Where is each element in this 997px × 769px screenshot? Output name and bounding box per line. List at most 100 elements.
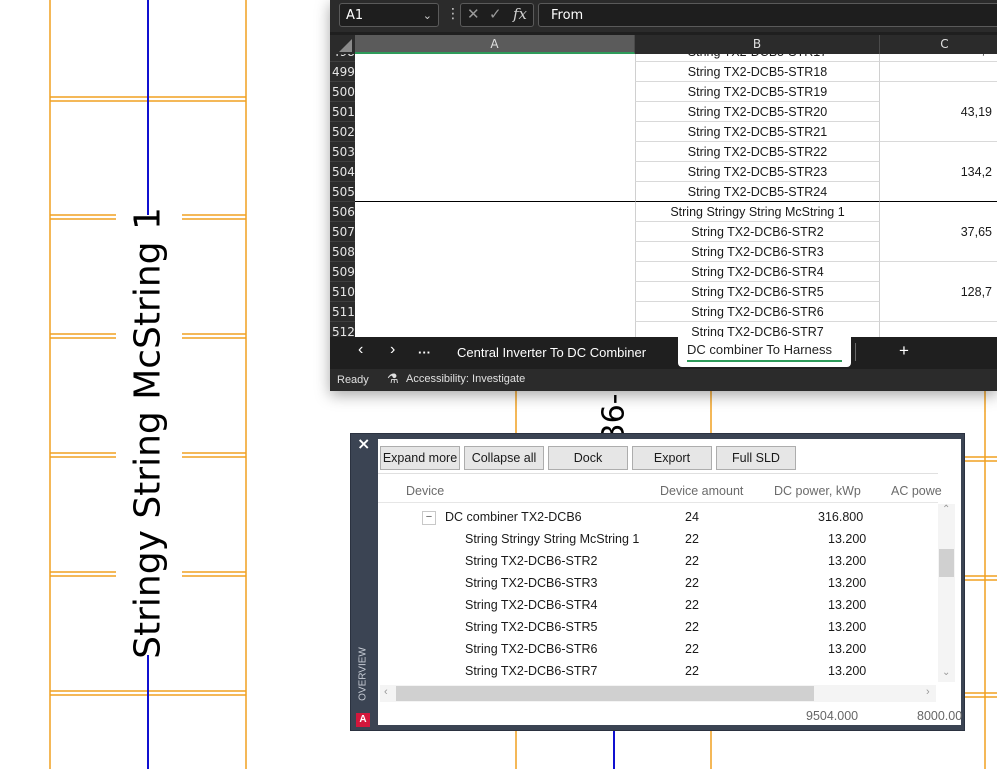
accessibility-icon[interactable]: ⚗ — [387, 371, 399, 387]
cell-b[interactable]: String TX2-DCB5-STR23 — [635, 162, 880, 182]
row-header[interactable]: 499 — [330, 62, 355, 82]
row-header[interactable]: 508 — [330, 242, 355, 262]
status-accessibility[interactable]: Accessibility: Investigate — [406, 373, 525, 385]
tree-row[interactable]: String Stringy String McString 1 22 13.2… — [378, 529, 938, 551]
row-header[interactable]: 511 — [330, 302, 355, 322]
tree-row[interactable]: String TX2-DCB6-STR6 22 13.200 — [378, 639, 938, 661]
formula-bar: A1 ⌄ ⋮ ✕ ✓ fx From — [330, 0, 997, 32]
row-header[interactable]: 506 — [330, 202, 355, 222]
status-bar: Ready ⚗ Accessibility: Investigate — [330, 369, 997, 391]
row-header[interactable]: 501 — [330, 102, 355, 122]
cell-a-merged[interactable] — [355, 202, 635, 337]
row-header[interactable]: 503 — [330, 142, 355, 162]
column-header-c[interactable]: C — [880, 35, 997, 54]
horizontal-scroll-thumb[interactable] — [396, 686, 814, 701]
row-amount: 22 — [685, 620, 699, 634]
tree-row[interactable]: String TX2-DCB6-STR4 22 13.200 — [378, 595, 938, 617]
active-tab-underline — [687, 360, 842, 362]
tab-dc-combiner-active[interactable]: DC combiner To Harness — [678, 337, 851, 367]
row-amount: 22 — [685, 664, 699, 678]
row-device: String TX2-DCB6-STR6 — [465, 642, 598, 656]
cell-c[interactable]: 134,2 — [880, 142, 997, 202]
overview-content: Expand more Collapse all Dock Export Ful… — [378, 439, 962, 725]
cell-b[interactable]: String TX2-DCB5-STR22 — [635, 142, 880, 162]
vertical-scrollbar[interactable]: ⌃ ⌄ — [938, 504, 955, 682]
cell-b[interactable]: String TX2-DCB6-STR2 — [635, 222, 880, 242]
header-ac-power[interactable]: AC powe — [891, 484, 942, 498]
row-device: String TX2-DCB6-STR4 — [465, 598, 598, 612]
add-sheet-button[interactable]: + — [899, 341, 909, 361]
tree-row[interactable]: String TX2-DCB6-STR3 22 13.200 — [378, 573, 938, 595]
cell-b[interactable]: String TX2-DCB5-STR19 — [635, 82, 880, 102]
cell-b[interactable]: String TX2-DCB5-STR21 — [635, 122, 880, 142]
horizontal-scrollbar[interactable]: ‹ › — [380, 685, 936, 702]
row-header[interactable]: 498 — [330, 54, 355, 62]
cell-c[interactable]: 129,6 — [880, 54, 997, 62]
close-icon[interactable]: × — [357, 434, 370, 453]
overview-side-strip: × OVERVIEW A — [351, 434, 376, 730]
cell-a-merged[interactable] — [355, 54, 635, 202]
cad-string-label: Stringy String McString 1 — [127, 207, 169, 659]
scroll-right-icon[interactable]: › — [926, 686, 930, 698]
cell-b[interactable]: String TX2-DCB6-STR4 — [635, 262, 880, 282]
header-device[interactable]: Device — [406, 484, 444, 498]
cell-b[interactable]: String TX2-DCB5-STR17 — [635, 54, 880, 62]
row-header[interactable]: 510 — [330, 282, 355, 302]
name-box[interactable]: A1 ⌄ — [339, 3, 439, 27]
collapse-all-button[interactable]: Collapse all — [464, 446, 544, 470]
cell-c[interactable]: 37,65 — [880, 202, 997, 262]
expand-more-button[interactable]: Expand more — [380, 446, 460, 470]
row-header[interactable]: 502 — [330, 122, 355, 142]
cell-b[interactable]: String TX2-DCB6-STR6 — [635, 302, 880, 322]
cell-b[interactable]: String Stringy String McString 1 — [635, 202, 880, 222]
header-dc-power[interactable]: DC power, kWp — [774, 484, 861, 498]
cell-b[interactable]: String TX2-DCB5-STR20 — [635, 102, 880, 122]
cell-b[interactable]: String TX2-DCB5-STR18 — [635, 62, 880, 82]
row-header[interactable]: 500 — [330, 82, 355, 102]
row-header[interactable]: 507 — [330, 222, 355, 242]
tree-group-row[interactable]: − DC combiner TX2-DCB6 24 316.800 — [378, 507, 938, 529]
header-device-amount[interactable]: Device amount — [660, 484, 743, 498]
export-button[interactable]: Export — [632, 446, 712, 470]
collapse-toggle-icon[interactable]: − — [422, 511, 436, 525]
select-all-corner[interactable] — [330, 35, 355, 54]
enter-icon[interactable]: ✓ — [489, 5, 502, 23]
cell-b[interactable]: String TX2-DCB6-STR3 — [635, 242, 880, 262]
tree-row[interactable]: String TX2-DCB6-STR7 22 13.200 — [378, 661, 938, 683]
tree-row[interactable]: String TX2-DCB6-STR5 22 13.200 — [378, 617, 938, 639]
formula-bar-options-icon[interactable]: ⋮ — [446, 6, 460, 22]
column-header-b[interactable]: B — [635, 35, 880, 54]
row-header[interactable]: 505 — [330, 182, 355, 202]
row-amount: 22 — [685, 598, 699, 612]
row-header[interactable]: 512 — [330, 322, 355, 337]
row-header[interactable]: 504 — [330, 162, 355, 182]
scroll-down-icon[interactable]: ⌄ — [942, 667, 950, 678]
formula-input[interactable]: From — [538, 3, 997, 27]
tree-row[interactable]: String TX2-DCB6-STR2 22 13.200 — [378, 551, 938, 573]
row-amount: 22 — [685, 576, 699, 590]
full-sld-button[interactable]: Full SLD — [716, 446, 796, 470]
vertical-scroll-thumb[interactable] — [939, 549, 954, 577]
dock-button[interactable]: Dock — [548, 446, 628, 470]
row-dc-power: 13.200 — [828, 576, 867, 590]
chevron-down-icon[interactable]: ⌄ — [423, 4, 432, 28]
scroll-left-icon[interactable]: ‹ — [384, 686, 388, 698]
group-amount: 24 — [685, 510, 699, 524]
tab-central-inverter[interactable]: Central Inverter To DC Combiner — [457, 345, 646, 360]
cell-c[interactable] — [880, 62, 997, 82]
group-device: DC combiner TX2-DCB6 — [445, 510, 582, 524]
sheet-grid[interactable]: 498 499 500 501 502 503 504 505 506 507 … — [330, 54, 997, 337]
tab-more[interactable]: ··· — [418, 345, 431, 360]
cell-b[interactable]: String TX2-DCB6-STR7 — [635, 322, 880, 337]
cell-b[interactable]: String TX2-DCB6-STR5 — [635, 282, 880, 302]
row-header[interactable]: 509 — [330, 262, 355, 282]
cell-c[interactable]: 43,19 — [880, 82, 997, 142]
cell-c[interactable]: 128,7 — [880, 262, 997, 322]
cell-b[interactable]: String TX2-DCB5-STR24 — [635, 182, 880, 202]
cancel-icon[interactable]: ✕ — [467, 5, 480, 23]
insert-function-icon[interactable]: fx — [513, 5, 527, 23]
tab-scroll-prev[interactable]: ‹ — [358, 341, 363, 359]
column-header-a[interactable]: A — [355, 35, 635, 54]
scroll-up-icon[interactable]: ⌃ — [942, 504, 950, 515]
tab-scroll-next[interactable]: › — [390, 341, 395, 359]
